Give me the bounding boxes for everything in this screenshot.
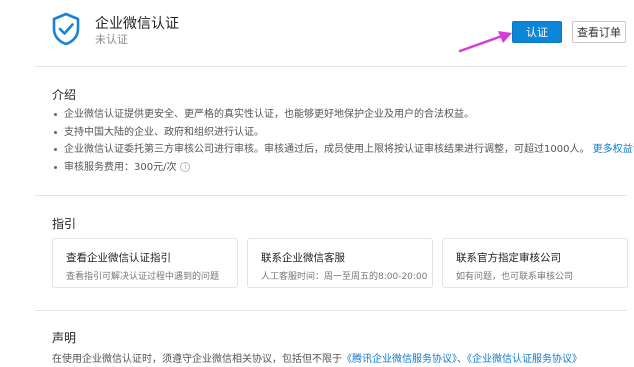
guide-card-contact-support[interactable]: 联系企业微信客服 人工客服时间：周一至周五的8:00-20:00 — [247, 238, 433, 288]
list-item: 支持中国大陆的企业、政府和组织进行认证。 — [52, 124, 634, 142]
divider — [35, 195, 627, 196]
card-title: 联系企业微信客服 — [261, 252, 345, 264]
card-desc: 查看指引可解决认证过程中遇到的问题 — [66, 272, 220, 282]
page-title: 企业微信认证 — [95, 16, 179, 32]
card-title: 联系官方指定审核公司 — [456, 252, 561, 264]
card-desc: 如有问题，也可联系审核公司 — [456, 272, 574, 282]
page-header: 企业微信认证 未认证 认证 查看订单 — [0, 0, 634, 62]
intro-list: 企业微信认证提供更安全、更严格的真实性认证，也能够更好地保护企业及用户的合法权益… — [52, 106, 634, 176]
guide-card-view-guide[interactable]: 查看企业微信认证指引 查看指引可解决认证过程中遇到的问题 — [52, 238, 238, 288]
statement-text: 在使用企业微信认证时，须遵守企业微信相关协议，包括但不限于《腾讯企业微信服务协议… — [52, 354, 582, 365]
card-desc: 人工客服时间：周一至周五的8:00-20:00 — [261, 272, 428, 282]
status-text: 未认证 — [95, 33, 128, 46]
info-icon[interactable]: i — [180, 161, 191, 172]
list-item: 企业微信认证委托第三方审核公司进行审核。审核通过后，成员使用上限将按认证审核结果… — [52, 141, 634, 159]
card-title: 查看企业微信认证指引 — [66, 252, 171, 264]
annotation-arrow-icon — [458, 31, 512, 53]
verify-button[interactable]: 认证 — [512, 21, 562, 43]
divider — [35, 66, 627, 67]
more-benefits-link[interactable]: 更多权益说明 — [593, 144, 634, 155]
statement-heading: 声明 — [52, 331, 77, 345]
shield-check-icon — [52, 12, 80, 46]
view-orders-button[interactable]: 查看订单 — [572, 21, 626, 43]
guide-heading: 指引 — [52, 217, 77, 231]
list-item: 审核服务费用：300元/次 i — [52, 159, 634, 177]
verification-agreement-link[interactable]: 《企业微信认证服务协议》 — [467, 354, 582, 365]
service-agreement-link[interactable]: 《腾讯企业微信服务协议》 — [342, 354, 457, 365]
list-item: 企业微信认证提供更安全、更严格的真实性认证，也能够更好地保护企业及用户的合法权益… — [52, 106, 634, 124]
guide-card-contact-auditor[interactable]: 联系官方指定审核公司 如有问题，也可联系审核公司 — [442, 238, 628, 288]
intro-heading: 介绍 — [52, 88, 77, 102]
divider — [35, 310, 627, 311]
